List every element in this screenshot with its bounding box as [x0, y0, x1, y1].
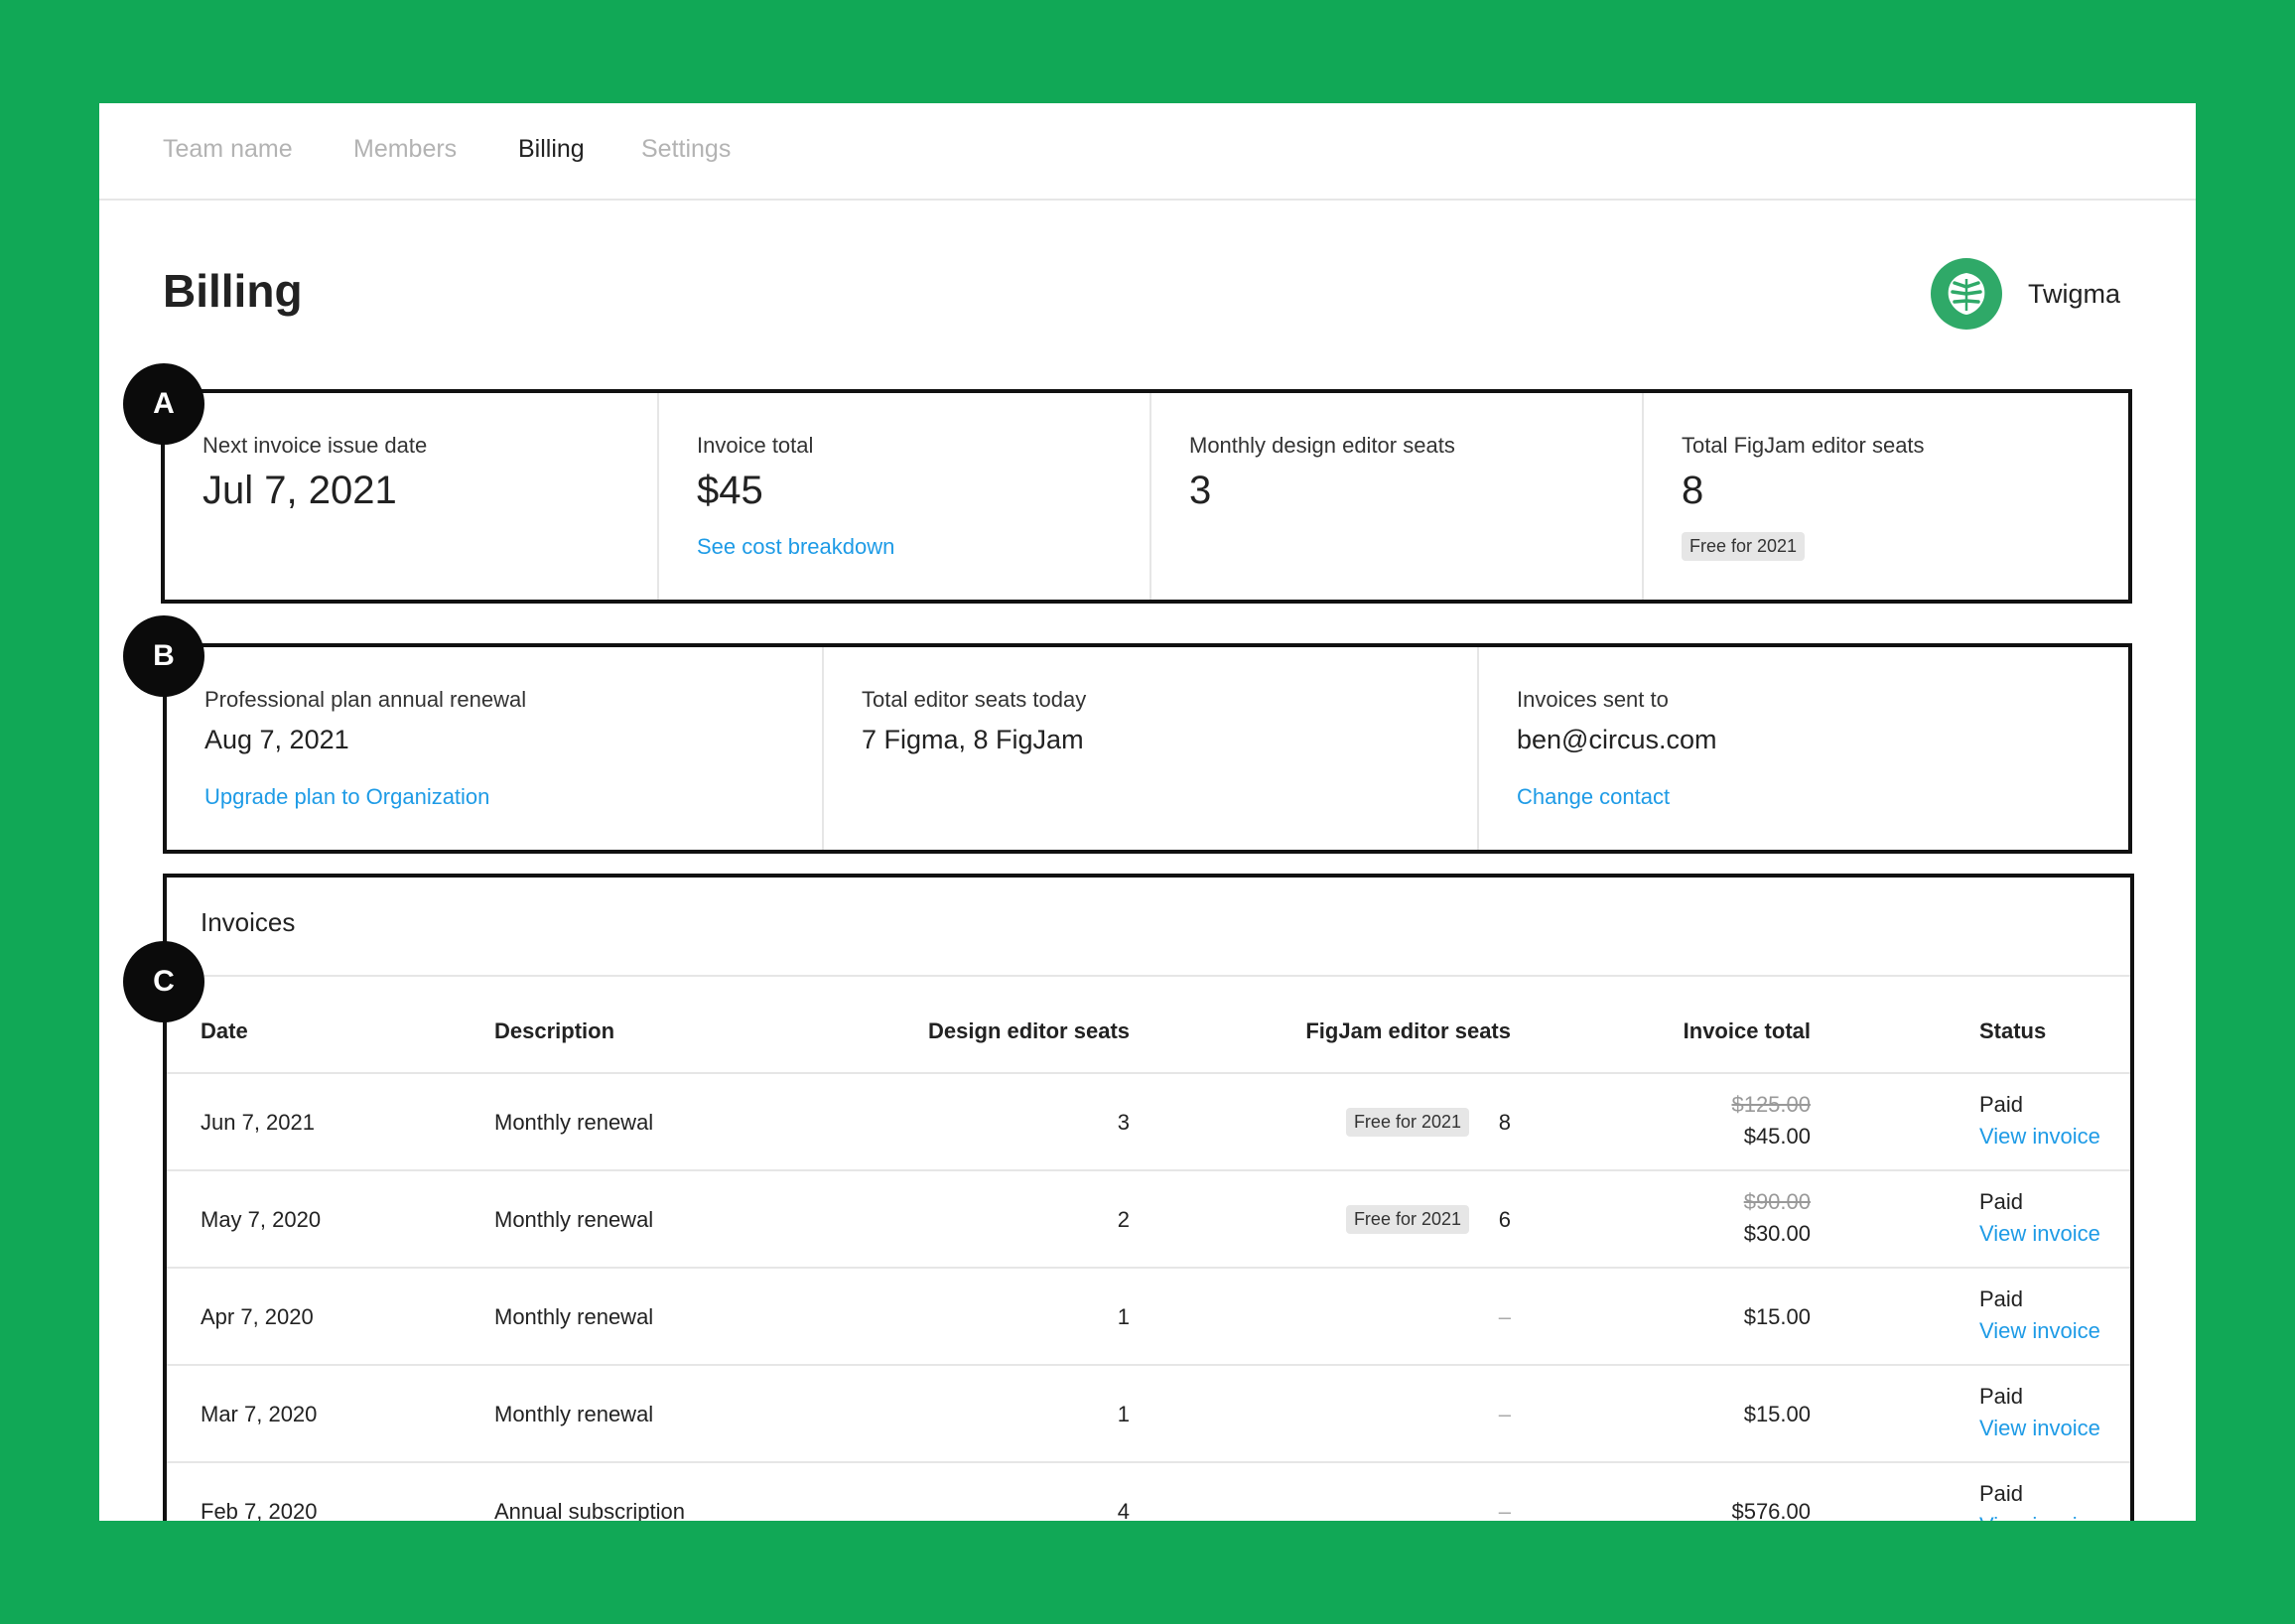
tab-billing[interactable]: Billing: [518, 135, 585, 164]
invoices-sent-label: Invoices sent to: [1517, 687, 1669, 712]
figjam-seats-value: 8: [1682, 469, 1704, 512]
table-row: Jun 7, 2021 Monthly renewal 3 Free for 2…: [167, 1072, 2130, 1171]
column-header-design-seats: Design editor seats: [928, 1018, 1130, 1043]
team-switcher[interactable]: Twigma: [1930, 258, 2120, 330]
row-description: Monthly renewal: [494, 1304, 654, 1329]
tab-members[interactable]: Members: [353, 135, 457, 164]
row-date: Feb 7, 2020: [201, 1499, 318, 1521]
annotation-marker-b: B: [123, 615, 204, 697]
row-status: Paid: [1979, 1286, 2024, 1311]
row-date: May 7, 2020: [201, 1207, 322, 1232]
row-date: Apr 7, 2020: [201, 1304, 314, 1329]
next-invoice-label: Next invoice issue date: [202, 433, 428, 458]
row-invoice-total: $15.00: [1743, 1402, 1811, 1426]
row-design-seats: 1: [1117, 1402, 1130, 1426]
next-invoice-card: Next invoice issue date Jul 7, 2021: [165, 393, 657, 600]
invoice-total-card: Invoice total $45 See cost breakdown: [657, 393, 1149, 600]
row-figjam-seats: 6: [1498, 1207, 1511, 1232]
row-design-seats: 2: [1117, 1207, 1130, 1232]
design-seats-label: Monthly design editor seats: [1189, 433, 1455, 458]
row-status: Paid: [1979, 1481, 2024, 1506]
renewal-value: Aug 7, 2021: [204, 725, 349, 754]
table-row: Apr 7, 2020 Monthly renewal 1 – $15.00 P…: [167, 1267, 2130, 1366]
plan-section: Professional plan annual renewal Aug 7, …: [163, 643, 2132, 854]
view-invoice-link[interactable]: View invoice: [1979, 1124, 2100, 1150]
tab-bar: Team name Members Billing Settings: [99, 103, 2196, 201]
column-header-invoice-total: Invoice total: [1683, 1018, 1811, 1043]
row-original-total: $90.00: [1743, 1189, 1811, 1214]
team-avatar: [1930, 258, 2002, 330]
invoices-sent-value: ben@circus.com: [1517, 725, 1717, 754]
annotation-marker-a: A: [123, 363, 204, 445]
summary-section: Next invoice issue date Jul 7, 2021 Invo…: [161, 389, 2132, 604]
invoice-total-value: $45: [697, 469, 763, 512]
next-invoice-value: Jul 7, 2021: [202, 469, 397, 512]
row-status: Paid: [1979, 1189, 2024, 1214]
view-invoice-link[interactable]: View invoice: [1979, 1318, 2100, 1344]
row-status: Paid: [1979, 1092, 2024, 1117]
row-design-seats: 3: [1117, 1110, 1130, 1135]
free-badge: Free for 2021: [1345, 1108, 1469, 1137]
invoice-total-label: Invoice total: [697, 433, 814, 458]
table-row: May 7, 2020 Monthly renewal 2 Free for 2…: [167, 1169, 2130, 1269]
free-badge: Free for 2021: [1682, 532, 1806, 561]
table-row: Mar 7, 2020 Monthly renewal 1 – $15.00 P…: [167, 1364, 2130, 1463]
column-header-date: Date: [201, 1018, 248, 1043]
monstera-leaf-icon: [1948, 273, 1985, 315]
table-row: Feb 7, 2020 Annual subscription 4 – $576…: [167, 1461, 2130, 1521]
row-figjam-seats: –: [1498, 1304, 1511, 1329]
cost-breakdown-link[interactable]: See cost breakdown: [697, 534, 894, 560]
column-header-status: Status: [1979, 1018, 2047, 1043]
renewal-label: Professional plan annual renewal: [204, 687, 527, 712]
row-figjam-seats: –: [1498, 1499, 1511, 1521]
team-name: Twigma: [2027, 278, 2120, 309]
page-title: Billing: [163, 265, 303, 317]
free-badge: Free for 2021: [1345, 1205, 1469, 1234]
billing-panel: Team name Members Billing Settings Billi…: [99, 103, 2196, 1521]
row-description: Monthly renewal: [494, 1402, 654, 1426]
column-header-description: Description: [494, 1018, 615, 1043]
tab-settings[interactable]: Settings: [641, 135, 731, 164]
invoices-title: Invoices: [201, 907, 296, 937]
row-figjam-seats: 8: [1498, 1110, 1511, 1135]
invoices-title-divider: [167, 975, 2130, 977]
row-status: Paid: [1979, 1384, 2024, 1409]
row-date: Jun 7, 2021: [201, 1110, 315, 1135]
renewal-card: Professional plan annual renewal Aug 7, …: [167, 647, 822, 850]
row-invoice-total: $15.00: [1743, 1304, 1811, 1329]
row-invoice-total: $45.00: [1743, 1124, 1811, 1149]
row-figjam-seats: –: [1498, 1402, 1511, 1426]
view-invoice-link[interactable]: View invoice: [1979, 1221, 2100, 1247]
row-original-total: $125.00: [1731, 1092, 1811, 1117]
row-description: Annual subscription: [494, 1499, 686, 1521]
row-invoice-total: $30.00: [1743, 1221, 1811, 1246]
invoices-section: Invoices Date Description Design editor …: [163, 874, 2134, 1521]
seats-today-value: 7 Figma, 8 FigJam: [862, 725, 1084, 754]
row-design-seats: 1: [1117, 1304, 1130, 1329]
change-contact-link[interactable]: Change contact: [1517, 784, 1670, 810]
row-invoice-total: $576.00: [1731, 1499, 1811, 1521]
seats-today-card: Total editor seats today 7 Figma, 8 FigJ…: [822, 647, 1477, 850]
view-invoice-link[interactable]: View invoice: [1979, 1416, 2100, 1441]
view-invoice-link[interactable]: View invoice: [1979, 1513, 2100, 1521]
upgrade-plan-link[interactable]: Upgrade plan to Organization: [204, 784, 489, 810]
invoices-sent-card: Invoices sent to ben@circus.com Change c…: [1477, 647, 2128, 850]
design-seats-value: 3: [1189, 469, 1212, 512]
row-description: Monthly renewal: [494, 1110, 654, 1135]
column-header-figjam-seats: FigJam editor seats: [1305, 1018, 1511, 1043]
design-seats-card: Monthly design editor seats 3: [1149, 393, 1642, 600]
row-date: Mar 7, 2020: [201, 1402, 318, 1426]
row-description: Monthly renewal: [494, 1207, 654, 1232]
annotation-marker-c: C: [123, 941, 204, 1022]
figjam-seats-label: Total FigJam editor seats: [1682, 433, 1925, 458]
seats-today-label: Total editor seats today: [862, 687, 1087, 712]
figjam-seats-card: Total FigJam editor seats 8 Free for 202…: [1642, 393, 2128, 600]
tab-team-name[interactable]: Team name: [163, 135, 293, 164]
row-design-seats: 4: [1117, 1499, 1130, 1521]
